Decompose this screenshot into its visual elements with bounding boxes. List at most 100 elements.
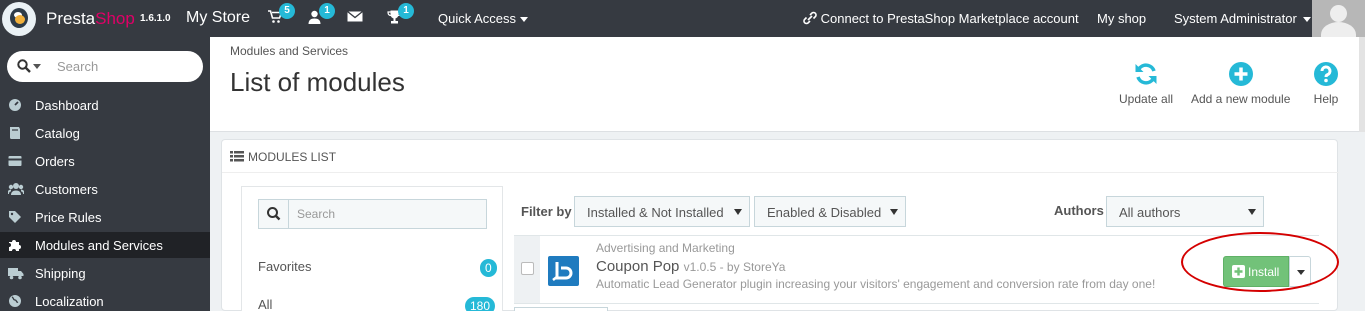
module-description: Automatic Lead Generator plugin increasi…: [596, 277, 1156, 291]
category-count-badge: 0: [480, 259, 497, 277]
connect-marketplace-label: Connect to PrestaShop Marketplace accoun…: [820, 11, 1079, 26]
avatar-head: [1330, 5, 1347, 22]
sidebar-item-label: Shipping: [35, 266, 86, 281]
search-icon: [259, 200, 289, 228]
add-new-module-label: Add a new module: [1191, 92, 1291, 106]
sidebar-item-localization[interactable]: Localization: [0, 288, 210, 311]
connect-marketplace-link[interactable]: Connect to PrestaShop Marketplace accoun…: [803, 11, 1079, 28]
top-navbar: PrestaShop 1.6.1.0 My Store 5 1 1 Quick …: [0, 0, 1365, 37]
messages-envelope-icon[interactable]: [347, 10, 365, 28]
quick-access-label: Quick Access: [438, 11, 517, 26]
update-all-label: Update all: [1119, 92, 1174, 106]
marketplace-link-icon: [803, 11, 817, 28]
page-title: List of modules: [230, 67, 405, 97]
panel-heading: Modules list: [222, 140, 1339, 173]
row-select-cell: [514, 236, 540, 303]
trophy-icon[interactable]: 1: [387, 3, 414, 28]
sidebar-item-dashboard[interactable]: Dashboard: [0, 92, 210, 118]
sidebar-item-label: Customers: [35, 182, 98, 197]
annotation-highlight-ellipse: [1181, 232, 1339, 292]
sidebar-item-label: Orders: [35, 154, 75, 169]
page-header: Modules and Services List of modules Upd…: [210, 37, 1365, 132]
module-title: Coupon Pop v1.0.5 - by StoreYa: [596, 258, 785, 275]
list-icon: [230, 150, 244, 165]
module-checkbox[interactable]: [521, 262, 534, 275]
employee-name: System Administrator: [1174, 11, 1297, 26]
enabled-status-select[interactable]: Enabled & Disabled: [754, 196, 906, 227]
sidebar-item-customers[interactable]: Customers: [0, 176, 210, 202]
panel-title: Modules list: [248, 150, 337, 164]
help-circle-icon: [1313, 61, 1339, 87]
sidebar-item-label: Localization: [35, 294, 104, 309]
logo-puffin-beak: [15, 15, 25, 24]
authors-select[interactable]: All authors: [1106, 196, 1264, 227]
authors-value: All authors: [1119, 205, 1181, 220]
caret-down-icon: [734, 209, 742, 215]
tags-icon: [8, 210, 22, 224]
customers-user-icon[interactable]: 1: [308, 3, 335, 28]
credit-card-icon: [8, 154, 22, 168]
brand-presta: Presta: [46, 9, 96, 28]
category-all[interactable]: All: [258, 297, 272, 311]
update-all-button[interactable]: Update all: [1119, 61, 1173, 106]
store-name[interactable]: My Store: [186, 9, 250, 27]
prestashop-logo[interactable]: [2, 2, 36, 36]
sidebar-item-label: Modules and Services: [35, 238, 163, 253]
module-logo-icon: [548, 256, 579, 286]
employee-menu[interactable]: System Administrator: [1174, 11, 1312, 26]
search-scope-caret-icon[interactable]: [33, 64, 41, 69]
caret-down-icon: [1303, 17, 1312, 23]
sidebar-search-placeholder: Search: [57, 59, 99, 74]
filter-by-label: Filter by: [521, 204, 572, 219]
modules-list-panel: Modules list Search Favorites 0 All 180 …: [221, 139, 1339, 311]
refresh-icon: [1133, 61, 1159, 87]
module-version-author: v1.0.5 - by StoreYa: [683, 260, 786, 274]
sidebar-item-label: Catalog: [35, 126, 80, 141]
brand-shop: Shop: [95, 9, 135, 28]
help-button[interactable]: Help: [1313, 61, 1339, 106]
sidebar-item-label: Dashboard: [35, 98, 99, 113]
sidebar-item-catalog[interactable]: Catalog: [0, 120, 210, 146]
caret-down-icon: [1248, 209, 1256, 215]
category-count-badge: 180: [465, 297, 496, 311]
install-status-value: Installed & Not Installed: [587, 205, 724, 220]
sidebar: Search Dashboard Catalog Orders Customer…: [0, 37, 210, 311]
sidebar-item-modules-and-services[interactable]: Modules and Services: [0, 232, 210, 258]
sidebar-search[interactable]: Search: [7, 51, 203, 82]
breadcrumb[interactable]: Modules and Services: [230, 44, 348, 58]
users-icon: [7, 182, 25, 196]
next-row-edge: [514, 307, 608, 311]
module-categories: Search Favorites 0 All 180: [241, 186, 503, 311]
book-icon: [8, 126, 22, 140]
truck-icon: [8, 266, 24, 280]
sidebar-item-price-rules[interactable]: Price Rules: [0, 204, 210, 230]
install-status-select[interactable]: Installed & Not Installed: [574, 196, 750, 227]
enabled-status-value: Enabled & Disabled: [767, 205, 882, 220]
add-new-module-button[interactable]: Add a new module: [1191, 61, 1290, 106]
customers-badge: 1: [319, 3, 335, 19]
quick-access-dropdown[interactable]: Quick Access: [438, 11, 528, 26]
page-scrollbar[interactable]: [1359, 37, 1365, 132]
sidebar-item-orders[interactable]: Orders: [0, 148, 210, 174]
help-label: Help: [1313, 92, 1339, 106]
category-favorites[interactable]: Favorites: [258, 259, 311, 274]
caret-down-icon: [519, 17, 528, 23]
dashboard-icon: [8, 98, 22, 112]
sidebar-item-label: Price Rules: [35, 210, 102, 225]
search-icon: [17, 59, 31, 76]
sidebar-item-shipping[interactable]: Shipping: [0, 260, 210, 286]
add-circle-icon: [1228, 61, 1254, 87]
caret-down-icon: [890, 209, 898, 215]
my-shop-link[interactable]: My shop: [1097, 11, 1146, 26]
orders-cart-icon[interactable]: 5: [268, 3, 295, 28]
avatar-body: [1321, 22, 1356, 37]
puzzle-icon: [8, 238, 22, 252]
brand-name[interactable]: PrestaShop: [46, 9, 135, 29]
authors-label: Authors: [1054, 203, 1104, 218]
category-search-placeholder: Search: [297, 207, 336, 221]
employee-avatar[interactable]: [1312, 0, 1365, 37]
globe-icon: [8, 294, 22, 308]
category-search-input[interactable]: Search: [258, 199, 487, 229]
orders-badge: 5: [279, 3, 295, 19]
module-category: Advertising and Marketing: [596, 241, 735, 255]
